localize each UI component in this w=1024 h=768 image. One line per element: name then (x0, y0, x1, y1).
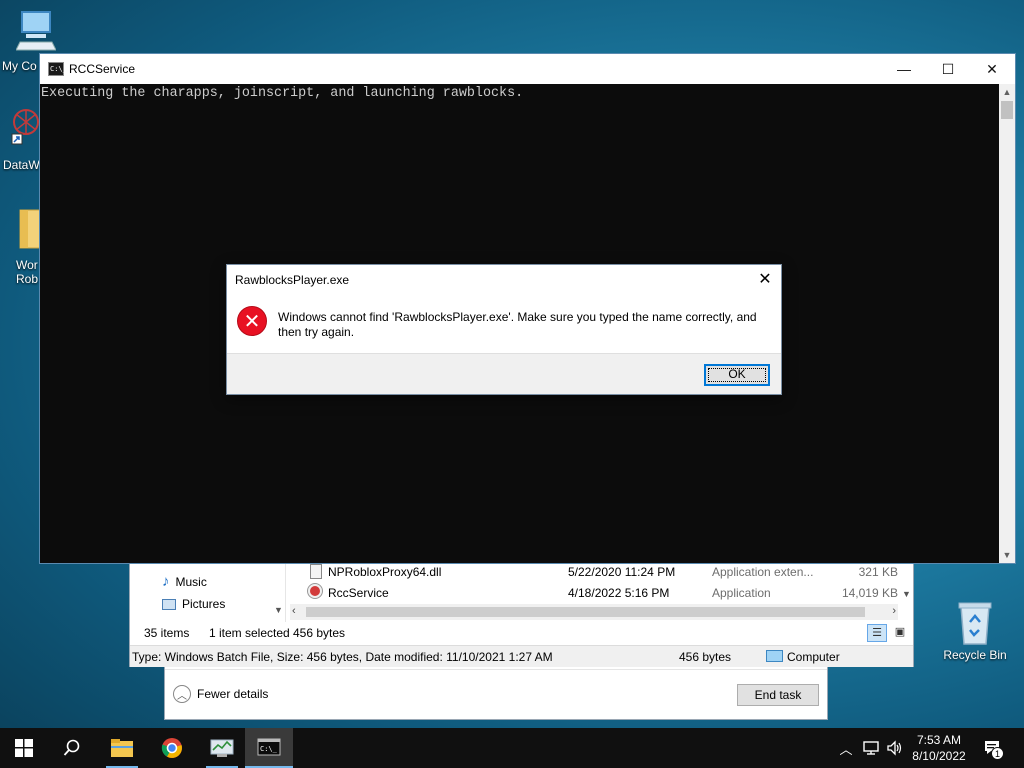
dialog-message: Windows cannot find 'RawblocksPlayer.exe… (278, 310, 757, 339)
scroll-right-icon[interactable]: › (892, 605, 896, 617)
nav-scroll-down-icon[interactable]: ▼ (274, 605, 283, 615)
action-center-button[interactable]: 1 (980, 728, 1006, 768)
fewer-details-label: Fewer details (197, 687, 269, 701)
nav-item-pictures[interactable]: Pictures (162, 597, 225, 611)
computer-small-icon (766, 650, 783, 662)
item-count: 35 items (144, 626, 190, 640)
desktop-icon-label: My Co (2, 59, 37, 73)
list-scroll-down-icon[interactable]: ▼ (902, 589, 911, 599)
volume-icon (887, 740, 902, 756)
nav-item-music[interactable]: ♪ Music (162, 573, 207, 590)
recycle-bin-icon (958, 602, 992, 645)
file-type: Application (712, 586, 771, 600)
volume-tray-button[interactable] (884, 728, 906, 768)
taskbar-chrome[interactable] (148, 728, 196, 768)
nav-item-label: Music (175, 574, 207, 589)
scroll-left-icon[interactable]: ‹ (292, 605, 296, 617)
rcc-app-icon (308, 584, 322, 598)
desktop-icon-label: Recycle Bin (943, 648, 1007, 662)
horizontal-scrollbar[interactable]: ‹ › (290, 604, 898, 620)
notification-count-badge: 1 (991, 747, 1004, 760)
network-icon (863, 741, 879, 755)
explorer-status-bar: 35 items 1 item selected 456 bytes ☰ ▣ (130, 622, 913, 644)
file-date: 5/22/2020 11:24 PM (568, 565, 676, 579)
search-icon (63, 739, 80, 756)
scroll-down-icon[interactable]: ▼ (999, 547, 1015, 563)
dialog-button-bar: OK (227, 353, 781, 394)
selected-size: 456 bytes (293, 626, 346, 640)
music-icon: ♪ (162, 573, 170, 590)
network-tray-button[interactable] (860, 728, 882, 768)
desktop-icon-datawarehouse[interactable]: DataW (0, 106, 40, 172)
search-button[interactable] (48, 728, 96, 768)
desktop-icon-label: Wor Rob (16, 258, 39, 286)
fewer-details-link[interactable]: ︿ Fewer details (173, 685, 268, 703)
desktop-icon-folder[interactable]: Wor Rob (0, 206, 45, 286)
file-name: NPRobloxProxy64.dll (328, 565, 442, 579)
task-manager-footer: ︿ Fewer details End task (165, 669, 827, 719)
console-title-bar[interactable]: C:\_ RCCService — ☐ ✕ (40, 54, 1015, 84)
dialog-close-button[interactable]: ✕ (749, 265, 781, 293)
ok-button[interactable]: OK (704, 364, 770, 386)
nav-item-label: Pictures (182, 597, 226, 611)
location-label: Computer (787, 650, 840, 664)
details-size: 456 bytes (679, 650, 732, 664)
file-row[interactable]: RccService 4/18/2022 5:16 PM Application… (306, 583, 906, 603)
cmd-icon: C:\_ (48, 62, 67, 76)
dll-file-icon (310, 564, 322, 579)
console-title: RCCService (69, 62, 136, 76)
chevron-up-icon: ︿ (173, 685, 191, 703)
file-size: 14,019 KB (841, 586, 898, 600)
details-view-icon[interactable]: ☰ (867, 624, 887, 642)
dialog-title: RawblocksPlayer.exe (235, 273, 350, 287)
file-name: RccService (328, 586, 389, 600)
pictures-icon (162, 598, 176, 610)
show-hidden-icons-button[interactable]: ︿ (836, 728, 856, 768)
file-explorer-window: ♪ Music Pictures ▼ NPRobloxProxy64.dll 5… (129, 560, 914, 667)
navigation-pane: ♪ Music Pictures ▼ (130, 561, 286, 622)
large-icons-view-icon[interactable]: ▣ (890, 624, 910, 642)
taskbar: C:\_ ︿ 7:53 AM 8/10/2022 1 (0, 728, 1024, 768)
details-bar: Type: Windows Batch File, Size: 456 byte… (130, 645, 913, 667)
scroll-thumb[interactable] (1001, 101, 1013, 119)
selected-count: 1 item selected (209, 626, 290, 640)
desktop-icon-recycle-bin[interactable]: Recycle Bin (940, 600, 1010, 662)
scroll-thumb[interactable] (306, 607, 865, 617)
file-type: Application exten... (712, 565, 814, 579)
computer-icon (16, 11, 56, 51)
task-manager-icon (210, 739, 234, 757)
taskbar-task-manager[interactable] (198, 728, 246, 768)
chevron-up-icon: ︿ (839, 741, 853, 757)
file-explorer-icon (111, 739, 133, 757)
file-date: 4/18/2022 5:16 PM (568, 586, 670, 600)
scroll-up-icon[interactable]: ▲ (999, 84, 1015, 100)
desktop-icon-my-computer[interactable]: My Co (2, 10, 64, 73)
console-scrollbar[interactable]: ▲ ▼ (999, 84, 1015, 563)
maximize-button[interactable]: ☐ (925, 54, 971, 84)
file-size: 321 KB (858, 565, 898, 579)
desktop-icon-label: DataW (3, 158, 40, 172)
taskbar-file-explorer[interactable] (98, 728, 146, 768)
taskbar-clock[interactable]: 7:53 AM 8/10/2022 (906, 732, 972, 764)
taskbar-console[interactable]: C:\_ (245, 728, 293, 768)
clock-date: 8/10/2022 (912, 749, 966, 763)
minimize-button[interactable]: — (881, 54, 927, 84)
file-row[interactable]: NPRobloxProxy64.dll 5/22/2020 11:24 PM A… (306, 562, 906, 582)
file-details: Type: Windows Batch File, Size: 456 byte… (132, 650, 553, 664)
svg-text:C:\_: C:\_ (260, 745, 278, 753)
start-button[interactable] (0, 728, 48, 768)
clock-time: 7:53 AM (916, 733, 962, 747)
error-dialog: RawblocksPlayer.exe ✕ ✕ Windows cannot f… (226, 264, 782, 395)
chrome-icon (161, 738, 182, 758)
end-task-button[interactable]: End task (737, 684, 819, 706)
windows-logo-icon (15, 739, 33, 757)
close-button[interactable]: ✕ (969, 54, 1015, 84)
console-icon: C:\_ (257, 738, 281, 756)
error-icon: ✕ (237, 306, 267, 336)
